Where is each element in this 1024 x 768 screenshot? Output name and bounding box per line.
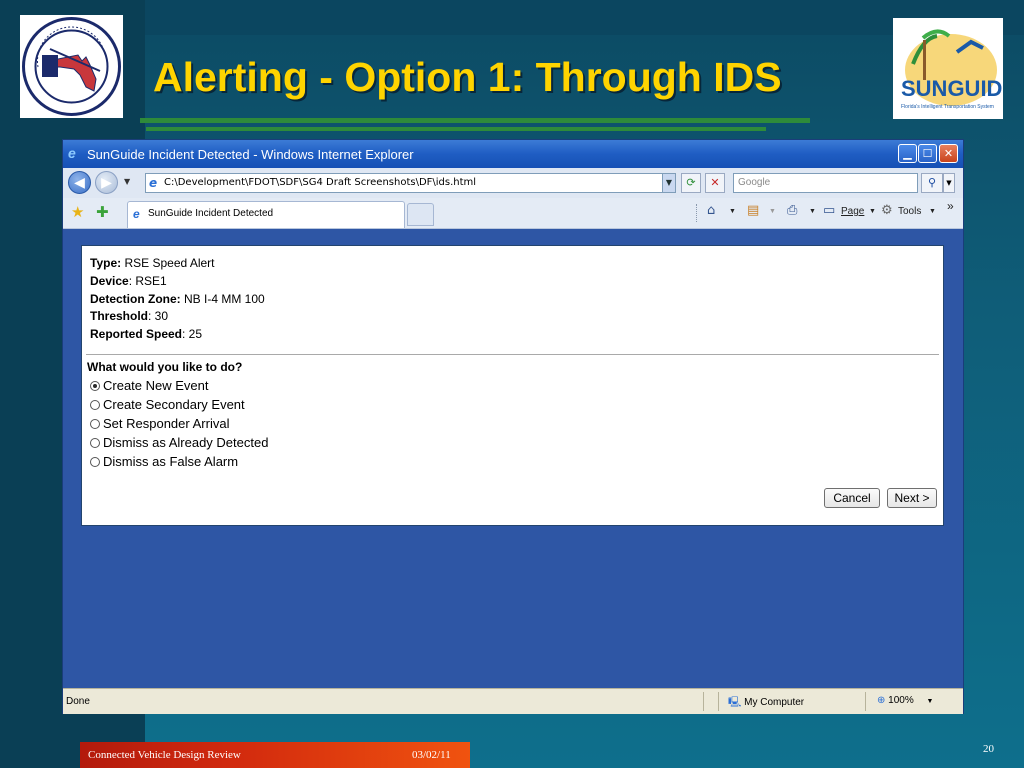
minimize-button[interactable]: ▁ — [898, 144, 917, 163]
status-divider — [703, 692, 704, 711]
zoom-level[interactable]: ⊕ 100% ▼ — [877, 695, 933, 706]
page-icon: e — [133, 207, 140, 221]
url-dropdown-button[interactable]: ▼ — [662, 173, 676, 193]
svg-text:Florida's Intelligent Transpor: Florida's Intelligent Transportation Sys… — [901, 104, 994, 110]
slide-number: 20 — [983, 743, 994, 755]
tools-dropdown-icon[interactable]: ▼ — [929, 204, 936, 220]
search-options-dropdown[interactable]: ▼ — [943, 173, 955, 193]
status-divider — [718, 692, 719, 711]
new-tab-button[interactable] — [407, 203, 434, 226]
address-bar: ◀ ▶ ▼ e C:\Development\FDOT\SDF\SG4 Draf… — [63, 168, 963, 198]
toolbar-overflow-icon[interactable]: » — [947, 198, 954, 214]
incident-alert-panel: Type: RSE Speed Alert Device: RSE1 Detec… — [81, 245, 944, 526]
slide-footer: Connected Vehicle Design Review 03/02/11 — [80, 742, 470, 768]
tab-sunguide-incident[interactable]: e SunGuide Incident Detected — [127, 201, 405, 228]
decorative-line — [146, 127, 766, 131]
security-zone[interactable]: 🖳 My Computer — [728, 695, 804, 712]
tab-bar: ★ ✚ e SunGuide Incident Detected ⌂ ▼ ▤ ▼… — [63, 198, 963, 229]
sunguide-logo: SUNGUIDE Florida's Intelligent Transport… — [893, 18, 1017, 119]
radio-button[interactable] — [90, 400, 100, 410]
url-input[interactable]: e C:\Development\FDOT\SDF\SG4 Draft Scre… — [145, 173, 675, 193]
footer-date: 03/02/11 — [412, 749, 451, 761]
search-button[interactable]: ⚲ — [921, 173, 943, 193]
divider — [86, 354, 939, 355]
action-question: What would you like to do? — [87, 360, 243, 374]
option-set-responder-arrival[interactable]: Set Responder Arrival — [90, 416, 229, 432]
home-dropdown-icon[interactable]: ▼ — [729, 204, 736, 220]
decorative-line — [140, 118, 810, 123]
feeds-dropdown-icon[interactable]: ▼ — [769, 204, 776, 220]
toolbar-divider — [696, 204, 698, 222]
fdot-seal-logo — [20, 15, 123, 118]
search-input[interactable]: Google — [733, 173, 918, 193]
option-dismiss-already-detected[interactable]: Dismiss as Already Detected — [90, 435, 268, 451]
cancel-button[interactable]: Cancel — [824, 488, 880, 508]
radio-button[interactable] — [90, 381, 100, 391]
window-titlebar[interactable]: e SunGuide Incident Detected - Windows I… — [63, 140, 963, 168]
status-bar: Done 🖳 My Computer ⊕ 100% ▼ — [63, 688, 963, 714]
radio-button[interactable] — [90, 419, 100, 429]
zoom-dropdown-icon[interactable]: ▼ — [927, 698, 934, 705]
back-button[interactable]: ◀ — [68, 171, 91, 194]
sunguide-logo-icon: SUNGUIDE Florida's Intelligent Transport… — [901, 29, 1017, 110]
status-text: Done — [66, 696, 90, 707]
radio-button[interactable] — [90, 438, 100, 448]
computer-icon: 🖳 — [728, 697, 742, 708]
stop-button[interactable]: ✕ — [705, 173, 725, 193]
zoom-icon: ⊕ — [877, 695, 886, 706]
option-dismiss-false-alarm[interactable]: Dismiss as False Alarm — [90, 454, 238, 470]
browser-window: e SunGuide Incident Detected - Windows I… — [62, 139, 964, 714]
tools-menu[interactable]: Tools — [898, 204, 921, 220]
svg-text:SUNGUIDE: SUNGUIDE — [901, 76, 1003, 101]
alert-threshold: Threshold: 30 — [90, 309, 169, 323]
forward-button[interactable]: ▶ — [95, 171, 118, 194]
feeds-icon[interactable]: ▤ — [747, 203, 759, 219]
slide-title: Alerting - Option 1: Through IDS — [153, 54, 782, 100]
alert-type: Type: RSE Speed Alert — [90, 256, 215, 270]
tab-label: SunGuide Incident Detected — [148, 208, 274, 219]
close-button[interactable]: ✕ — [939, 144, 958, 163]
print-dropdown-icon[interactable]: ▼ — [809, 204, 816, 220]
page-menu-icon[interactable]: ▭ — [823, 203, 835, 219]
option-create-new-event[interactable]: Create New Event — [90, 378, 209, 394]
footer-text: Connected Vehicle Design Review — [88, 749, 241, 761]
favorites-star-icon[interactable]: ★ — [71, 204, 84, 220]
alert-detection-zone: Detection Zone: NB I-4 MM 100 — [90, 292, 265, 306]
internet-explorer-icon: e — [68, 145, 76, 161]
status-divider — [865, 692, 866, 711]
home-icon[interactable]: ⌂ — [707, 203, 715, 219]
window-title: SunGuide Incident Detected - Windows Int… — [87, 147, 414, 162]
radio-button[interactable] — [90, 457, 100, 467]
next-button[interactable]: Next > — [887, 488, 937, 508]
option-create-secondary-event[interactable]: Create Secondary Event — [90, 397, 245, 413]
alert-device: Device: RSE1 — [90, 274, 167, 288]
url-text: C:\Development\FDOT\SDF\SG4 Draft Screen… — [164, 177, 477, 188]
fdot-seal-icon — [22, 17, 121, 116]
print-icon[interactable]: ⎙ — [787, 203, 797, 219]
page-menu[interactable]: Page — [841, 204, 864, 220]
add-favorites-icon[interactable]: ✚ — [96, 204, 109, 220]
page-icon: e — [149, 176, 158, 190]
alert-reported-speed: Reported Speed: 25 — [90, 327, 203, 341]
tools-gear-icon[interactable]: ⚙ — [881, 203, 893, 219]
page-dropdown-icon[interactable]: ▼ — [869, 204, 876, 220]
refresh-button[interactable]: ⟳ — [681, 173, 701, 193]
recent-pages-dropdown-icon[interactable]: ▼ — [124, 177, 130, 186]
page-content: Type: RSE Speed Alert Device: RSE1 Detec… — [63, 229, 963, 688]
maximize-button[interactable]: ☐ — [918, 144, 937, 163]
